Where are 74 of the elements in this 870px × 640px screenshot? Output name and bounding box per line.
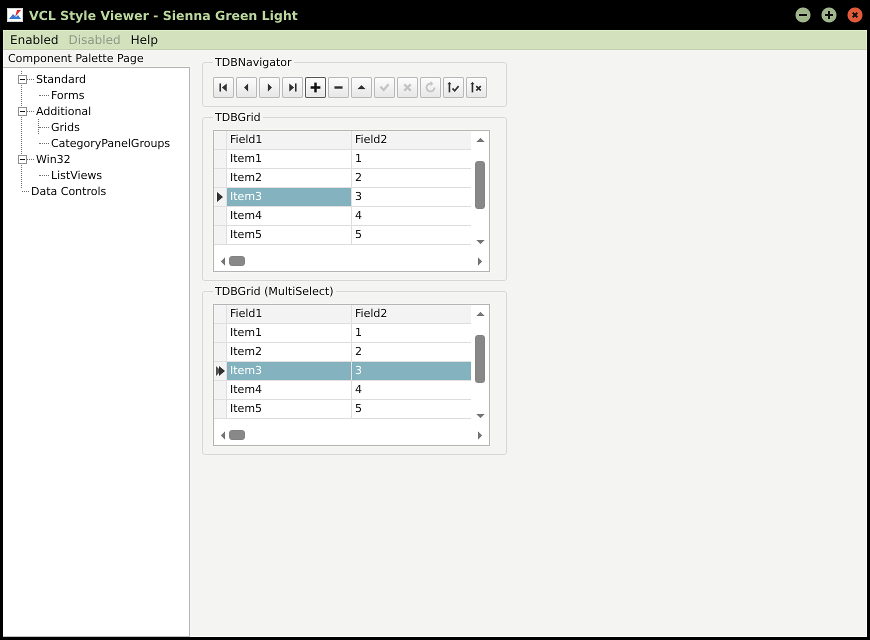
collapse-toggle-icon[interactable] (18, 74, 27, 84)
picture-frame-icon (7, 8, 23, 22)
scroll-thumb[interactable] (229, 430, 245, 440)
menu-item[interactable]: Help (130, 32, 158, 46)
scroll-thumb[interactable] (475, 335, 485, 383)
table-cell: Item4 (227, 381, 352, 399)
group-title: TDBGrid (214, 111, 262, 124)
scroll-up-icon[interactable] (476, 137, 484, 142)
tree-item[interactable]: Data Controls (31, 184, 106, 198)
table-cell: Item3 (227, 362, 352, 380)
table-cell: Item5 (227, 400, 352, 418)
arrow-cross-icon (470, 81, 483, 94)
scroll-down-icon[interactable] (476, 414, 484, 419)
table-cell-text: 4 (354, 382, 363, 398)
scroll-thumb[interactable] (229, 256, 245, 266)
scroll-right-icon[interactable] (478, 256, 483, 266)
tree-item[interactable]: Additional (36, 104, 92, 118)
navigator-button[interactable] (351, 77, 372, 98)
table-cell: Item2 (227, 169, 352, 187)
window-title: VCL Style Viewer - Sienna Green Light (29, 8, 298, 22)
navigator-button[interactable] (328, 77, 349, 98)
table-cell-text: 1 (354, 151, 363, 167)
table-cell-text: 1 (354, 325, 363, 341)
refresh-icon (424, 81, 437, 94)
navigator-button[interactable] (213, 77, 234, 98)
close-button[interactable] (847, 7, 863, 23)
navigator-button[interactable] (259, 77, 280, 98)
table-cell: 3 (352, 362, 471, 380)
collapse-toggle-icon[interactable] (18, 154, 27, 164)
table-cell: Item3 (227, 188, 352, 206)
table-cell-text: 5 (354, 227, 363, 243)
scroll-thumb[interactable] (475, 161, 485, 209)
tree-item[interactable]: Standard (36, 72, 86, 86)
tree-item[interactable]: Forms (51, 89, 84, 102)
navigator-button[interactable] (236, 77, 257, 98)
table-cell: Item1 (227, 324, 352, 342)
collapse-toggle-icon[interactable] (18, 106, 27, 116)
navigator-button[interactable] (443, 77, 464, 98)
tree-item[interactable]: ListViews (51, 169, 102, 182)
table-cell-text: 2 (354, 170, 363, 186)
navigator-button[interactable] (282, 77, 303, 98)
panel-title: Component Palette Page (7, 51, 145, 67)
scroll-down-icon[interactable] (476, 240, 484, 245)
tree-item[interactable]: CategoryPanelGroups (51, 137, 170, 150)
table-cell: Item4 (227, 207, 352, 225)
table-cell-text: 2 (354, 344, 363, 360)
tree-item[interactable]: Win32 (36, 152, 71, 166)
table-cell: Item1 (227, 150, 352, 168)
scroll-left-icon[interactable] (220, 256, 225, 266)
arrow-check-icon (447, 81, 460, 94)
column-header[interactable]: Field2 (352, 305, 471, 323)
group-title: TDBNavigator (214, 56, 293, 69)
cross-icon (401, 81, 414, 94)
table-cell: Item5 (227, 226, 352, 244)
skip-to-start-icon (217, 81, 230, 94)
table-cell-text: 4 (354, 208, 363, 224)
scroll-left-icon[interactable] (220, 430, 225, 440)
check-icon (378, 81, 391, 94)
table-cell: Item2 (227, 343, 352, 361)
navigator-button[interactable] (305, 77, 326, 98)
navigator-button[interactable] (466, 77, 487, 98)
group-title: TDBGrid (MultiSelect) (214, 285, 335, 298)
plus-icon (309, 81, 322, 94)
column-header[interactable]: Field1 (227, 305, 352, 323)
column-header[interactable]: Field1 (227, 131, 352, 149)
tree-item[interactable]: Grids (51, 120, 80, 134)
table-cell-text: 3 (354, 189, 363, 205)
scroll-right-icon[interactable] (478, 430, 483, 440)
table-cell-text: 5 (354, 401, 363, 417)
menu-item[interactable]: Enabled (10, 32, 58, 46)
minimize-button[interactable] (795, 7, 811, 23)
column-header[interactable]: Field2 (352, 131, 471, 149)
maximize-button[interactable] (821, 7, 837, 23)
scroll-up-icon[interactable] (476, 311, 484, 316)
